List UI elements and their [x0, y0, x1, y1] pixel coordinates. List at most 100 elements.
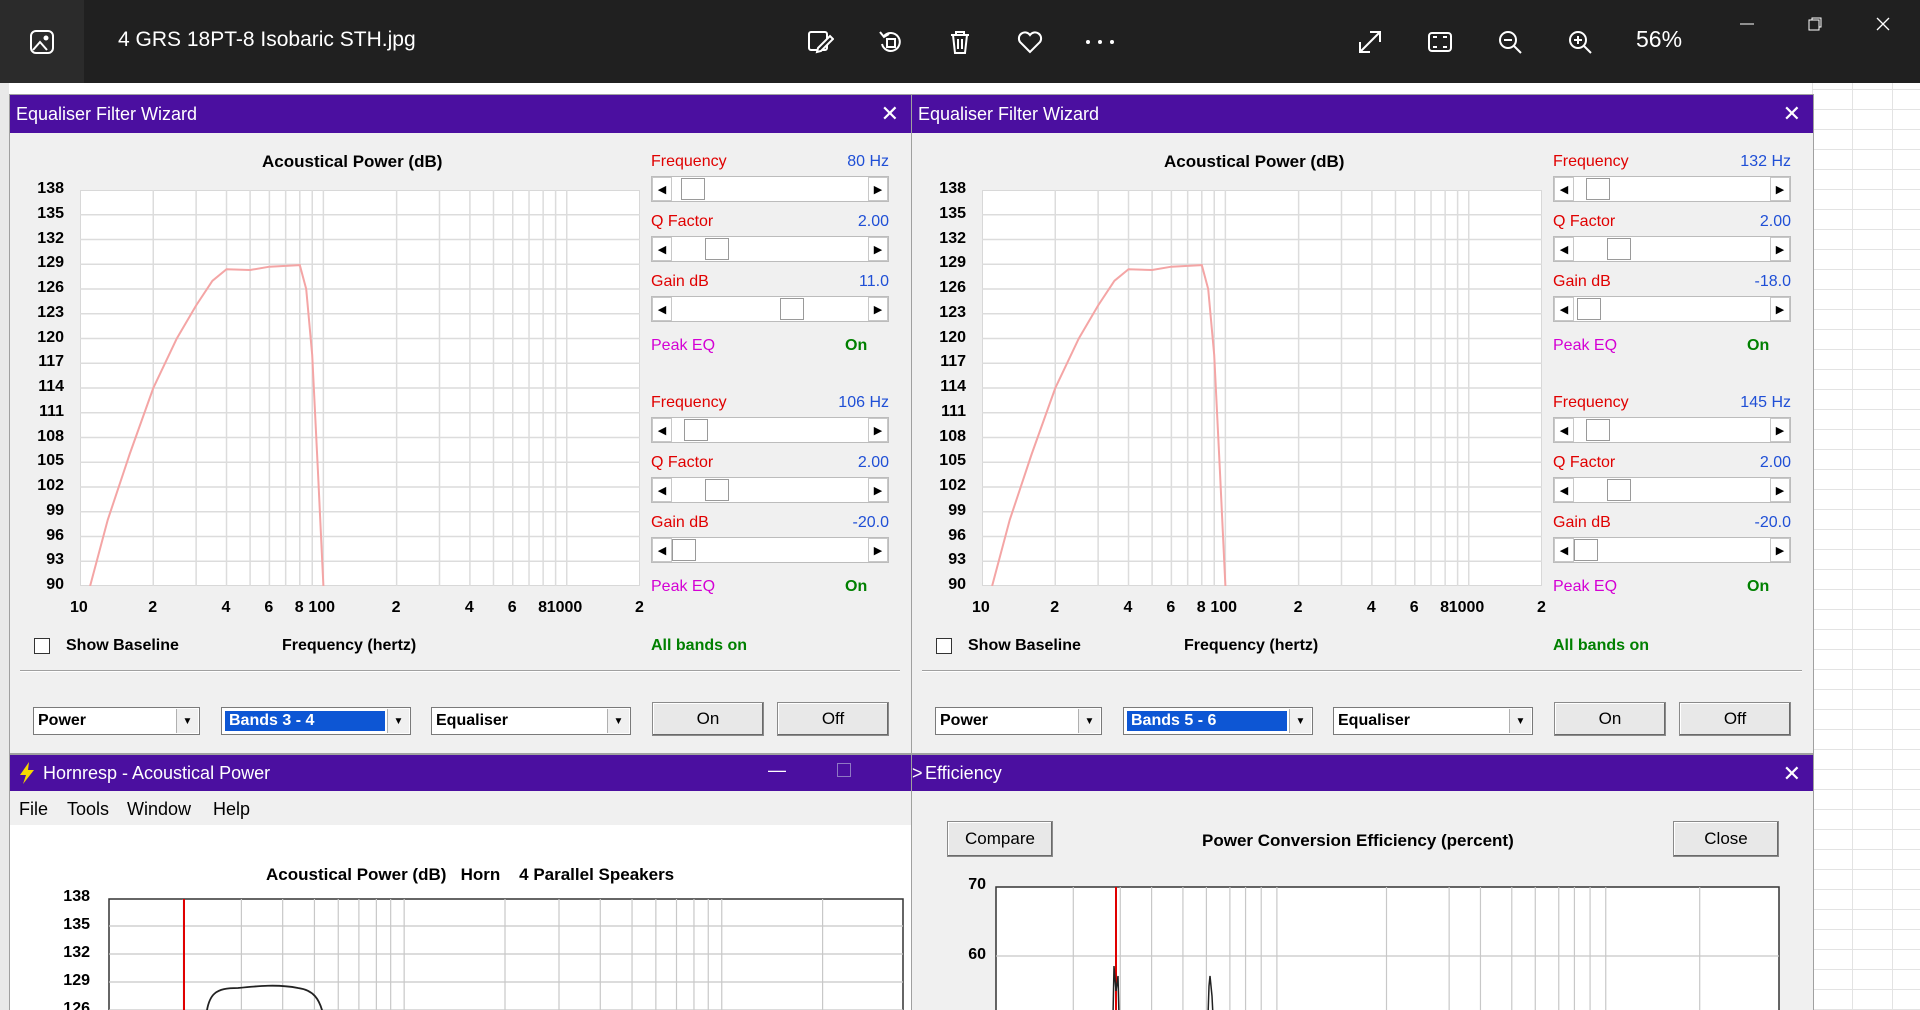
q-factor-slider[interactable]: ◀ ▶ — [1553, 236, 1791, 262]
slider-thumb[interactable] — [1574, 539, 1598, 561]
arrow-left-icon[interactable]: ◀ — [1554, 237, 1574, 261]
q-factor-slider[interactable]: ◀ ▶ — [651, 236, 889, 262]
on-button[interactable]: On — [652, 702, 764, 736]
slider-thumb[interactable] — [1577, 298, 1602, 320]
compare-button[interactable]: Compare — [947, 821, 1053, 857]
menu-window[interactable]: Window — [127, 799, 191, 820]
arrow-right-icon[interactable]: ▶ — [1770, 297, 1790, 321]
dialog-titlebar: Equaliser Filter Wizard ✕ — [10, 95, 911, 133]
zoom-in-icon[interactable] — [1560, 22, 1600, 62]
close-icon[interactable]: ✕ — [881, 101, 899, 127]
slider-track[interactable] — [1574, 297, 1770, 321]
slider-thumb[interactable] — [1586, 178, 1611, 200]
zoom-level[interactable]: 56% — [1636, 26, 1682, 53]
minimize-icon[interactable]: — — [768, 760, 786, 781]
menu-file[interactable]: File — [19, 799, 48, 820]
slider-thumb[interactable] — [684, 419, 709, 441]
slider-thumb[interactable] — [705, 479, 730, 501]
arrow-left-icon[interactable]: ◀ — [1554, 478, 1574, 502]
frequency-slider[interactable]: ◀ ▶ — [651, 176, 889, 202]
maximize-icon[interactable] — [837, 763, 851, 777]
off-button[interactable]: Off — [1679, 702, 1791, 736]
frequency-slider[interactable]: ◀ ▶ — [651, 417, 889, 443]
slider-thumb[interactable] — [680, 178, 705, 200]
arrow-left-icon[interactable]: ◀ — [1554, 297, 1574, 321]
slider-track[interactable] — [1574, 478, 1770, 502]
display-mode-combo[interactable]: Power ▼ — [33, 707, 200, 735]
close-icon[interactable]: ✕ — [1783, 761, 1801, 787]
menu-help[interactable]: Help — [213, 799, 250, 820]
arrow-right-icon[interactable]: ▶ — [1770, 237, 1790, 261]
rotate-icon[interactable] — [870, 22, 910, 62]
slider-track[interactable] — [672, 297, 868, 321]
arrow-left-icon[interactable]: ◀ — [652, 237, 672, 261]
y-tick-label: 126 — [37, 279, 64, 296]
arrow-right-icon[interactable]: ▶ — [868, 237, 888, 261]
bands-combo[interactable]: Bands 5 - 6 ▼ — [1123, 707, 1313, 735]
frequency-slider[interactable]: ◀ ▶ — [1553, 417, 1791, 443]
arrow-right-icon[interactable]: ▶ — [1770, 418, 1790, 442]
fit-icon[interactable] — [1420, 22, 1460, 62]
gain-slider[interactable]: ◀ ▶ — [1553, 537, 1791, 563]
arrow-right-icon[interactable]: ▶ — [868, 418, 888, 442]
arrow-right-icon[interactable]: ▶ — [868, 538, 888, 562]
arrow-left-icon[interactable]: ◀ — [1554, 418, 1574, 442]
arrow-left-icon[interactable]: ◀ — [1554, 538, 1574, 562]
frequency-slider[interactable]: ◀ ▶ — [1553, 176, 1791, 202]
delete-icon[interactable] — [940, 22, 980, 62]
favorite-icon[interactable] — [1010, 22, 1050, 62]
arrow-left-icon[interactable]: ◀ — [652, 297, 672, 321]
minimize-icon[interactable] — [1727, 12, 1767, 36]
edit-icon[interactable] — [800, 22, 840, 62]
slider-track[interactable] — [672, 478, 868, 502]
arrow-right-icon[interactable]: ▶ — [1770, 478, 1790, 502]
close-window-icon[interactable] — [1863, 12, 1903, 36]
show-baseline-checkbox[interactable] — [34, 638, 50, 654]
band-state: On — [1747, 578, 1770, 595]
q-factor-slider[interactable]: ◀ ▶ — [651, 477, 889, 503]
restore-icon[interactable] — [1795, 12, 1835, 36]
gain-slider[interactable]: ◀ ▶ — [651, 296, 889, 322]
arrow-right-icon[interactable]: ▶ — [1770, 177, 1790, 201]
arrow-left-icon[interactable]: ◀ — [1554, 177, 1574, 201]
arrow-left-icon[interactable]: ◀ — [652, 478, 672, 502]
q-factor-label: Q Factor — [651, 454, 714, 471]
slider-thumb[interactable] — [1607, 238, 1632, 260]
more-icon[interactable] — [1080, 22, 1120, 62]
slider-thumb[interactable] — [672, 539, 696, 561]
close-button[interactable]: Close — [1673, 821, 1779, 857]
arrow-left-icon[interactable]: ◀ — [652, 538, 672, 562]
slider-thumb[interactable] — [1607, 479, 1632, 501]
bands-combo[interactable]: Bands 3 - 4 ▼ — [221, 707, 411, 735]
slider-thumb[interactable] — [779, 298, 804, 320]
off-button[interactable]: Off — [777, 702, 889, 736]
x-tick-label: 100 — [1210, 599, 1238, 616]
q-factor-label: Q Factor — [1553, 213, 1616, 230]
close-icon[interactable]: ✕ — [1783, 101, 1801, 127]
filter-type-combo[interactable]: Equaliser ▼ — [1333, 707, 1533, 735]
slider-thumb[interactable] — [705, 238, 730, 260]
arrow-right-icon[interactable]: ▶ — [1770, 538, 1790, 562]
slider-thumb[interactable] — [1586, 419, 1611, 441]
arrow-right-icon[interactable]: ▶ — [868, 177, 888, 201]
slider-track[interactable] — [672, 538, 868, 562]
y-tick-label: 108 — [37, 427, 64, 445]
slider-track[interactable] — [1574, 538, 1770, 562]
slider-track[interactable] — [672, 237, 868, 261]
slider-track[interactable] — [1574, 237, 1770, 261]
arrow-left-icon[interactable]: ◀ — [652, 418, 672, 442]
expand-icon[interactable] — [1350, 22, 1390, 62]
q-factor-slider[interactable]: ◀ ▶ — [1553, 477, 1791, 503]
on-button[interactable]: On — [1554, 702, 1666, 736]
display-mode-combo[interactable]: Power ▼ — [935, 707, 1102, 735]
zoom-out-icon[interactable] — [1490, 22, 1530, 62]
filter-type-combo[interactable]: Equaliser ▼ — [431, 707, 631, 735]
arrow-right-icon[interactable]: ▶ — [868, 297, 888, 321]
menu-tools[interactable]: Tools — [67, 799, 109, 820]
show-baseline-checkbox[interactable] — [936, 638, 952, 654]
arrow-right-icon[interactable]: ▶ — [868, 478, 888, 502]
photos-app-icon[interactable] — [0, 0, 84, 83]
gain-slider[interactable]: ◀ ▶ — [651, 537, 889, 563]
arrow-left-icon[interactable]: ◀ — [652, 177, 672, 201]
gain-slider[interactable]: ◀ ▶ — [1553, 296, 1791, 322]
